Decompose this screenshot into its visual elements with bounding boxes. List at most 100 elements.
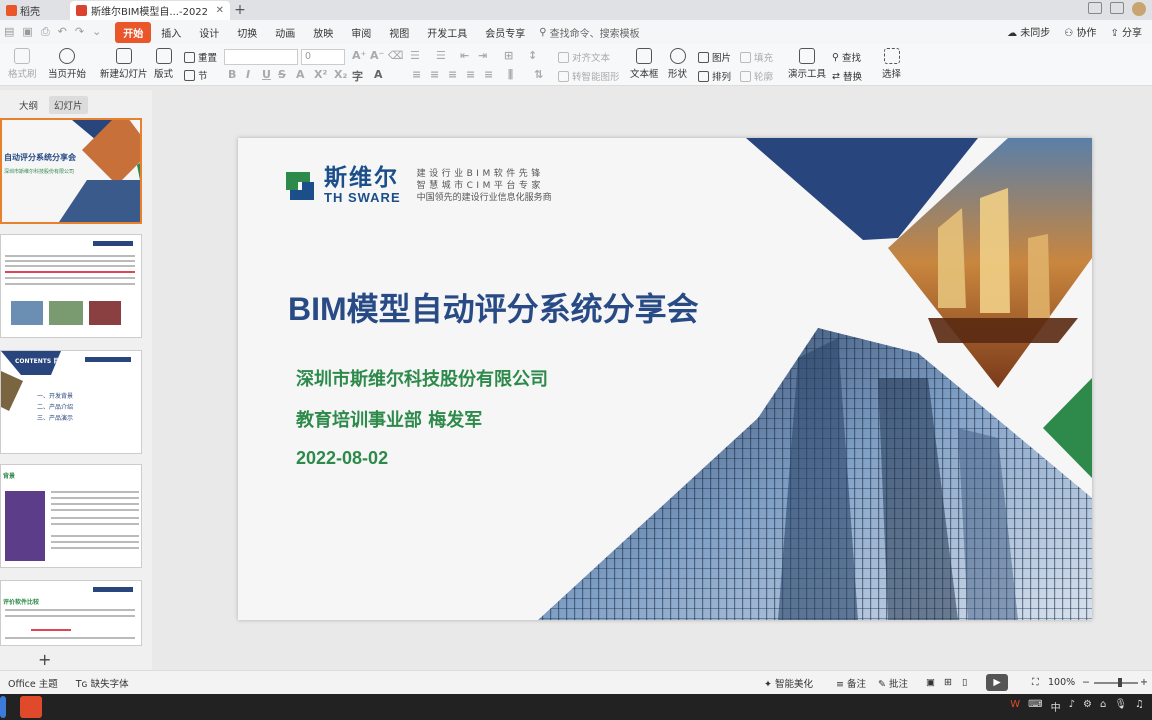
- shape-button[interactable]: 形状: [668, 48, 687, 80]
- volume-icon[interactable]: ♫: [1135, 699, 1144, 714]
- underline-button[interactable]: U: [262, 68, 271, 81]
- picture-button[interactable]: 图片: [698, 50, 731, 64]
- bold-button[interactable]: B: [228, 68, 236, 81]
- menu-member[interactable]: 会员专享: [477, 22, 533, 43]
- zoom-slider[interactable]: [1094, 682, 1138, 684]
- tab-outline[interactable]: 大纲: [14, 96, 43, 114]
- add-slide-button[interactable]: +: [38, 650, 51, 669]
- convert-smartart-button[interactable]: 转智能图形: [558, 69, 620, 83]
- slide-thumb-2[interactable]: [0, 234, 142, 338]
- mic-icon[interactable]: 🎙: [1114, 699, 1127, 714]
- zoom-out-icon[interactable]: −: [1082, 677, 1090, 688]
- strike-button[interactable]: S: [278, 68, 286, 81]
- menu-transition[interactable]: 切换: [229, 22, 265, 43]
- slide-thumb-1[interactable]: 自动评分系统分享会 深圳市斯维尔科技股份有限公司: [0, 118, 142, 224]
- superscript-icon[interactable]: X²: [314, 68, 327, 81]
- grow-font-icon[interactable]: A⁺: [352, 49, 366, 62]
- tab-slides[interactable]: 幻灯片: [49, 96, 88, 114]
- outline-button[interactable]: 轮廓: [740, 69, 773, 83]
- network-icon[interactable]: ⌂: [1100, 699, 1106, 714]
- chevron-down-icon[interactable]: ⌄: [92, 25, 101, 39]
- font-name-field[interactable]: [224, 49, 298, 65]
- align-center-icon[interactable]: ≡: [430, 68, 439, 81]
- arrange-button[interactable]: 排列: [698, 69, 731, 83]
- section-button[interactable]: 节: [184, 68, 208, 82]
- smart-beautify-button[interactable]: ✦ 智能美化: [764, 676, 813, 690]
- save-icon[interactable]: ▣: [22, 25, 32, 39]
- sound-icon[interactable]: ♪: [1069, 699, 1075, 714]
- layout-icon[interactable]: [1088, 2, 1102, 14]
- slide[interactable]: 斯维尔 TH SWARE 建设行业BIM软件先锋 智慧城市CIM平台专家 中国领…: [238, 138, 1092, 620]
- sorter-view-icon[interactable]: ⊞: [944, 677, 952, 688]
- wps-taskbar-icon[interactable]: [20, 696, 42, 718]
- share-button[interactable]: ⇪ 分享: [1110, 24, 1142, 39]
- close-icon[interactable]: ✕: [216, 5, 224, 16]
- char-spacing-icon[interactable]: 字: [352, 68, 363, 84]
- file-icon[interactable]: ▤: [4, 25, 14, 39]
- menu-developer[interactable]: 开发工具: [419, 22, 475, 43]
- font-color-icon[interactable]: A: [374, 68, 383, 81]
- new-slide-button[interactable]: 新建幻灯片: [100, 48, 148, 80]
- print-icon[interactable]: ⎙: [41, 25, 50, 39]
- zoom-in-icon[interactable]: +: [1140, 677, 1148, 688]
- slide-thumb-5[interactable]: 评价软件比较: [0, 580, 142, 646]
- sync-button[interactable]: ☁ 未同步: [1007, 24, 1050, 39]
- columns-icon[interactable]: ⫼: [508, 68, 513, 82]
- line-spacing-icon[interactable]: ↕: [528, 49, 537, 62]
- clear-format-icon[interactable]: ⌫: [388, 49, 404, 62]
- menu-insert[interactable]: 插入: [153, 22, 189, 43]
- select-button[interactable]: 选择: [882, 48, 901, 80]
- bullet-list-icon[interactable]: ☰: [410, 49, 420, 62]
- from-current-button[interactable]: 当页开始: [48, 48, 86, 80]
- play-button[interactable]: ▶: [986, 674, 1008, 691]
- justify-icon[interactable]: ≡: [466, 68, 475, 81]
- textbox-button[interactable]: 文本框: [630, 48, 659, 80]
- tab-document[interactable]: 斯维尔BIM模型自...-20220802 ✕: [70, 1, 230, 20]
- new-tab-button[interactable]: +: [230, 1, 250, 20]
- paste-button[interactable]: 格式刷: [8, 48, 37, 80]
- distribute-icon[interactable]: ≡: [484, 68, 493, 81]
- undo-icon[interactable]: ↶: [58, 25, 67, 39]
- command-search[interactable]: ⚲ 查找命令、搜索模板: [539, 25, 639, 40]
- comments-button[interactable]: ✎ 批注: [878, 676, 908, 690]
- theme-label[interactable]: Office 主题: [8, 676, 58, 690]
- outdent-icon[interactable]: ⇥: [478, 49, 487, 62]
- fill-button[interactable]: 填充: [740, 50, 773, 64]
- zoom-handle[interactable]: [1118, 678, 1122, 687]
- fit-icon[interactable]: ⛶: [1032, 677, 1039, 688]
- replace-button[interactable]: ⇄ 替换: [832, 69, 862, 84]
- tab-docer[interactable]: 稻壳: [0, 1, 70, 20]
- align-text-button[interactable]: 对齐文本: [558, 50, 610, 64]
- menu-slideshow[interactable]: 放映: [305, 22, 341, 43]
- align-right-icon[interactable]: ≡: [448, 68, 457, 81]
- menu-review[interactable]: 审阅: [343, 22, 379, 43]
- align-left-icon[interactable]: ≡: [412, 68, 421, 81]
- wps-tray-icon[interactable]: W: [1010, 699, 1020, 714]
- ime-indicator[interactable]: 中: [1051, 699, 1061, 714]
- avatar[interactable]: [1132, 2, 1146, 16]
- slide-title[interactable]: BIM模型自动评分系统分享会: [288, 284, 699, 330]
- subscript-icon[interactable]: X₂: [334, 68, 347, 81]
- reading-view-icon[interactable]: ▯: [962, 677, 967, 688]
- normal-view-icon[interactable]: ▣: [926, 677, 935, 688]
- text-direction-icon[interactable]: ⇅: [534, 68, 543, 81]
- zoom-level[interactable]: 100%: [1048, 677, 1075, 688]
- slide-thumb-3[interactable]: CONTENTS 目录 一、开发背景 二、产品介绍 三、产品演示: [0, 350, 142, 454]
- find-button[interactable]: ⚲ 查找: [832, 50, 861, 65]
- collab-button[interactable]: ⚇ 协作: [1064, 24, 1096, 39]
- align-icon[interactable]: ⊞: [504, 49, 513, 62]
- slide-thumb-4[interactable]: 背景: [0, 464, 142, 568]
- layout-button[interactable]: 版式: [154, 48, 173, 80]
- shadow-button[interactable]: A: [296, 68, 305, 81]
- taskbar-app-icon[interactable]: [0, 696, 6, 718]
- multi-window-icon[interactable]: [1110, 2, 1124, 14]
- shrink-font-icon[interactable]: A⁻: [370, 49, 384, 62]
- reset-button[interactable]: 重置: [184, 50, 217, 64]
- menu-animation[interactable]: 动画: [267, 22, 303, 43]
- notes-button[interactable]: ≡ 备注: [836, 676, 866, 690]
- presenter[interactable]: 教育培训事业部 梅发军: [296, 406, 482, 432]
- presentation-tools-button[interactable]: 演示工具: [788, 48, 826, 80]
- font-size-field[interactable]: 0: [301, 49, 345, 65]
- presentation-date[interactable]: 2022-08-02: [296, 448, 388, 469]
- search-input[interactable]: 查找命令、搜索模板: [550, 25, 640, 40]
